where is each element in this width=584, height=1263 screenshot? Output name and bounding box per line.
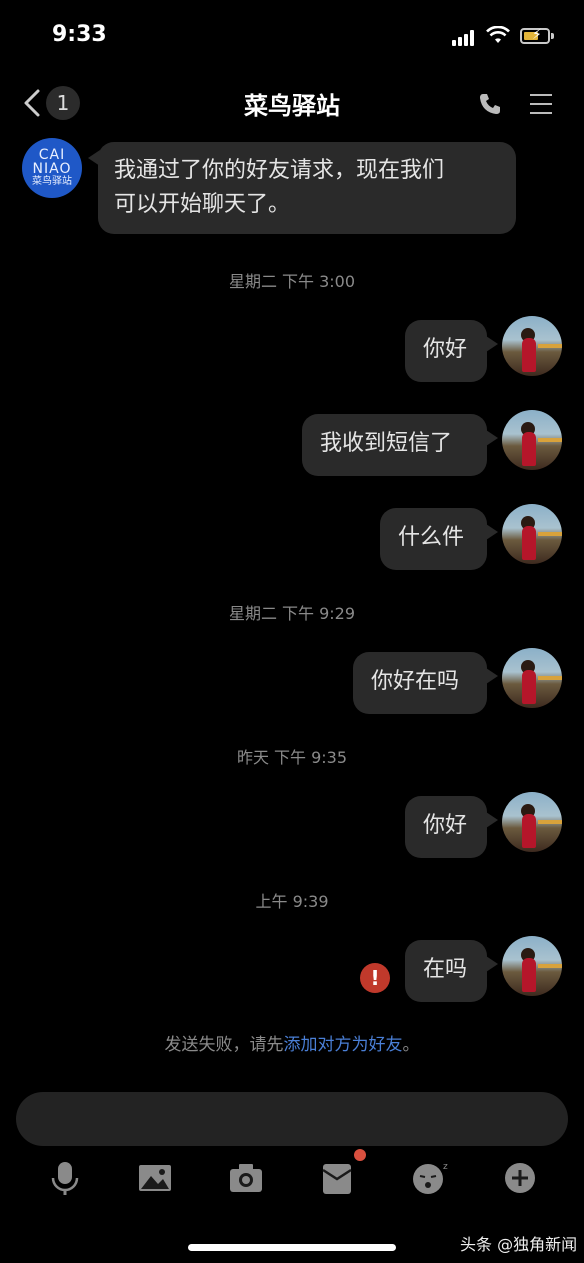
message-text-line: 我通过了你的好友请求，现在我们 (114, 158, 445, 183)
avatar-logo-line3: 菜鸟驿站 (32, 176, 72, 187)
add-friend-link[interactable]: 添加对方为好友 (284, 1035, 403, 1055)
plus-icon (505, 1163, 535, 1193)
timestamp: 星期二 下午 3:00 (228, 272, 356, 291)
timestamp: 昨天 下午 9:35 (236, 748, 348, 767)
home-indicator (188, 1244, 396, 1251)
battery-tip (551, 33, 554, 39)
cellular-signal-icon (452, 30, 474, 46)
my-avatar[interactable] (502, 936, 562, 996)
image-button[interactable] (137, 1160, 173, 1196)
outgoing-message-bubble[interactable]: 你好 (405, 320, 487, 382)
message-input[interactable] (16, 1092, 568, 1146)
message-text-line: 可以开始聊天了。 (114, 192, 291, 217)
timestamp: 上午 9:39 (255, 892, 329, 911)
my-avatar[interactable] (502, 792, 562, 852)
outgoing-message-bubble[interactable]: 你好在吗 (353, 652, 487, 714)
outgoing-message-bubble[interactable]: 在吗 (405, 940, 487, 1002)
emoji-button[interactable]: z (411, 1160, 448, 1196)
phone-call-button[interactable] (478, 92, 502, 120)
microphone-icon (51, 1162, 79, 1195)
emoji-icon: z (413, 1162, 448, 1194)
outgoing-message-bubble[interactable]: 我收到短信了 (302, 414, 487, 476)
my-avatar[interactable] (502, 316, 562, 376)
red-packet-button[interactable] (319, 1160, 355, 1196)
camera-button[interactable] (228, 1160, 264, 1196)
more-options-button[interactable] (502, 1160, 538, 1196)
my-avatar[interactable] (502, 648, 562, 708)
phone-icon (480, 94, 500, 114)
my-avatar[interactable] (502, 410, 562, 470)
bubble-tail (486, 524, 498, 540)
bubble-tail (486, 956, 498, 972)
bubble-tail (486, 812, 498, 828)
avatar-logo-line1: CAI (38, 147, 66, 163)
incoming-message-bubble[interactable]: 我通过了你的好友请求，现在我们 可以开始聊天了。 (98, 142, 516, 234)
battery-icon: ⚡ (520, 28, 550, 44)
svg-text:z: z (443, 1162, 448, 1172)
more-menu-button[interactable] (530, 94, 552, 121)
outgoing-message-bubble[interactable]: 你好 (405, 796, 487, 858)
image-icon (139, 1165, 171, 1191)
bubble-tail (486, 668, 498, 684)
red-packet-icon (322, 1164, 352, 1194)
watermark: 头条 @独角新闻 (460, 1235, 578, 1254)
contact-avatar[interactable]: CAI NIAO 菜鸟驿站 (22, 138, 82, 198)
outgoing-message-bubble[interactable]: 什么件 (380, 508, 487, 570)
camera-icon (230, 1164, 262, 1192)
my-avatar[interactable] (502, 504, 562, 564)
send-failed-icon[interactable]: ! (360, 963, 390, 993)
notice-text: 发送失败，请先 (164, 1035, 284, 1055)
bubble-tail (486, 336, 498, 352)
timestamp: 星期二 下午 9:29 (228, 604, 356, 623)
notification-dot (354, 1149, 366, 1161)
send-failed-notice: 发送失败，请先添加对方为好友。 (0, 1030, 584, 1055)
status-time: 9:33 (52, 22, 107, 47)
wifi-icon (486, 25, 510, 48)
notice-text-end: 。 (402, 1035, 420, 1055)
avatar-logo-line2: NIAO (32, 161, 72, 177)
bubble-tail (486, 430, 498, 446)
voice-button[interactable] (47, 1160, 83, 1196)
